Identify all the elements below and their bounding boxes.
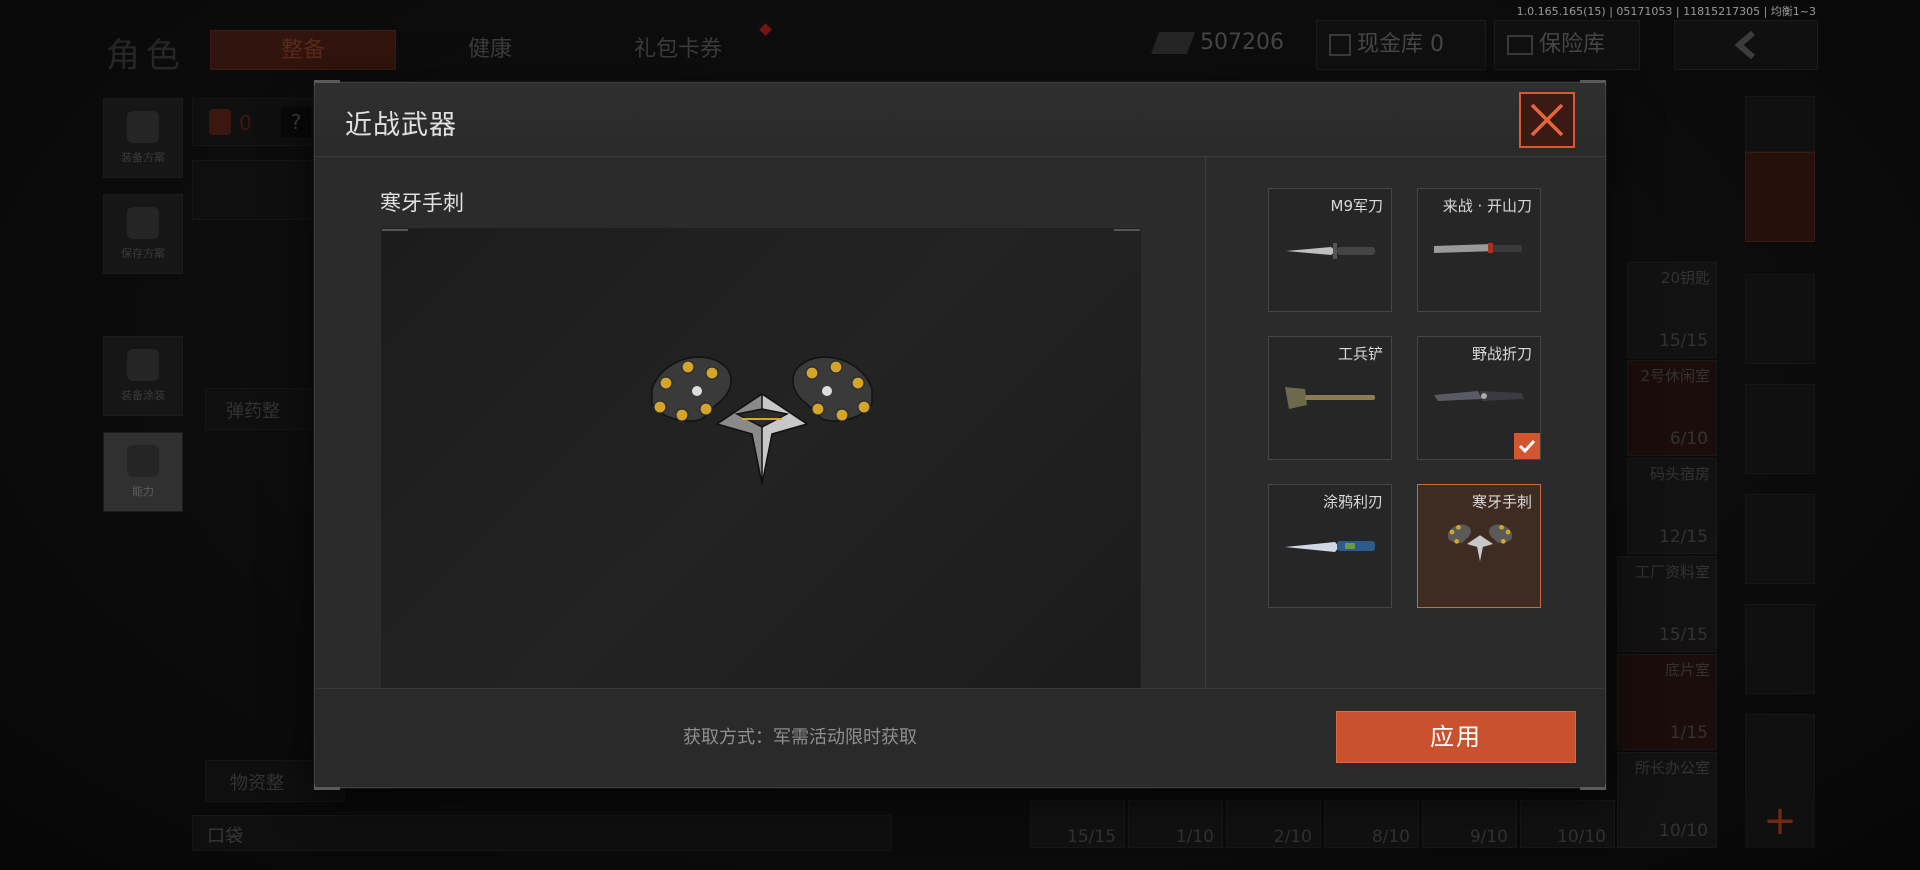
knuckle-dagger-icon xyxy=(1447,524,1513,562)
weapon-name: 涂鸦利刃 xyxy=(1322,493,1383,511)
weapon-card-graffiti-blade[interactable]: 涂鸦利刃 xyxy=(1268,484,1392,608)
weapon-name: 野战折刀 xyxy=(1471,345,1532,363)
dialog-header: 近战武器 xyxy=(315,83,1605,157)
weapon-preview[interactable] xyxy=(381,228,1141,700)
weapon-card-folding-knife[interactable]: 野战折刀 xyxy=(1417,336,1541,460)
dialog-divider xyxy=(1205,157,1206,689)
acquire-method-text: 获取方式：军需活动限时获取 xyxy=(683,727,917,748)
dialog-title: 近战武器 xyxy=(345,110,457,141)
apply-button[interactable]: 应用 xyxy=(1336,711,1576,763)
weapon-name: M9军刀 xyxy=(1330,197,1384,215)
folding-knife-icon xyxy=(1434,391,1524,401)
weapon-card-machete[interactable]: 来战 · 开山刀 xyxy=(1417,188,1541,312)
weapon-card-shovel[interactable]: 工兵铲 xyxy=(1268,336,1392,460)
shovel-icon xyxy=(1285,387,1375,409)
selected-weapon-name: 寒牙手刺 xyxy=(380,191,464,215)
bayonet-knife-icon xyxy=(1286,243,1375,259)
close-button[interactable] xyxy=(1519,92,1575,148)
equipped-check-icon xyxy=(1514,433,1540,459)
weapon-name: 来战 · 开山刀 xyxy=(1442,197,1532,215)
graffiti-blade-icon xyxy=(1285,541,1375,552)
machete-icon xyxy=(1434,243,1522,253)
weapon-name: 工兵铲 xyxy=(1337,345,1383,363)
knuckle-dagger-icon xyxy=(651,356,873,485)
close-icon xyxy=(1530,103,1564,137)
weapon-card-m9[interactable]: M9军刀 xyxy=(1268,188,1392,312)
melee-weapon-dialog: 近战武器 寒牙手刺 M9军刀 来战 · 开山刀 工兵铲 野战折刀 涂鸦利刃 寒牙… xyxy=(314,80,1606,790)
weapon-card-knuckle-dagger[interactable]: 寒牙手刺 xyxy=(1417,484,1541,608)
weapon-name: 寒牙手刺 xyxy=(1471,493,1532,511)
